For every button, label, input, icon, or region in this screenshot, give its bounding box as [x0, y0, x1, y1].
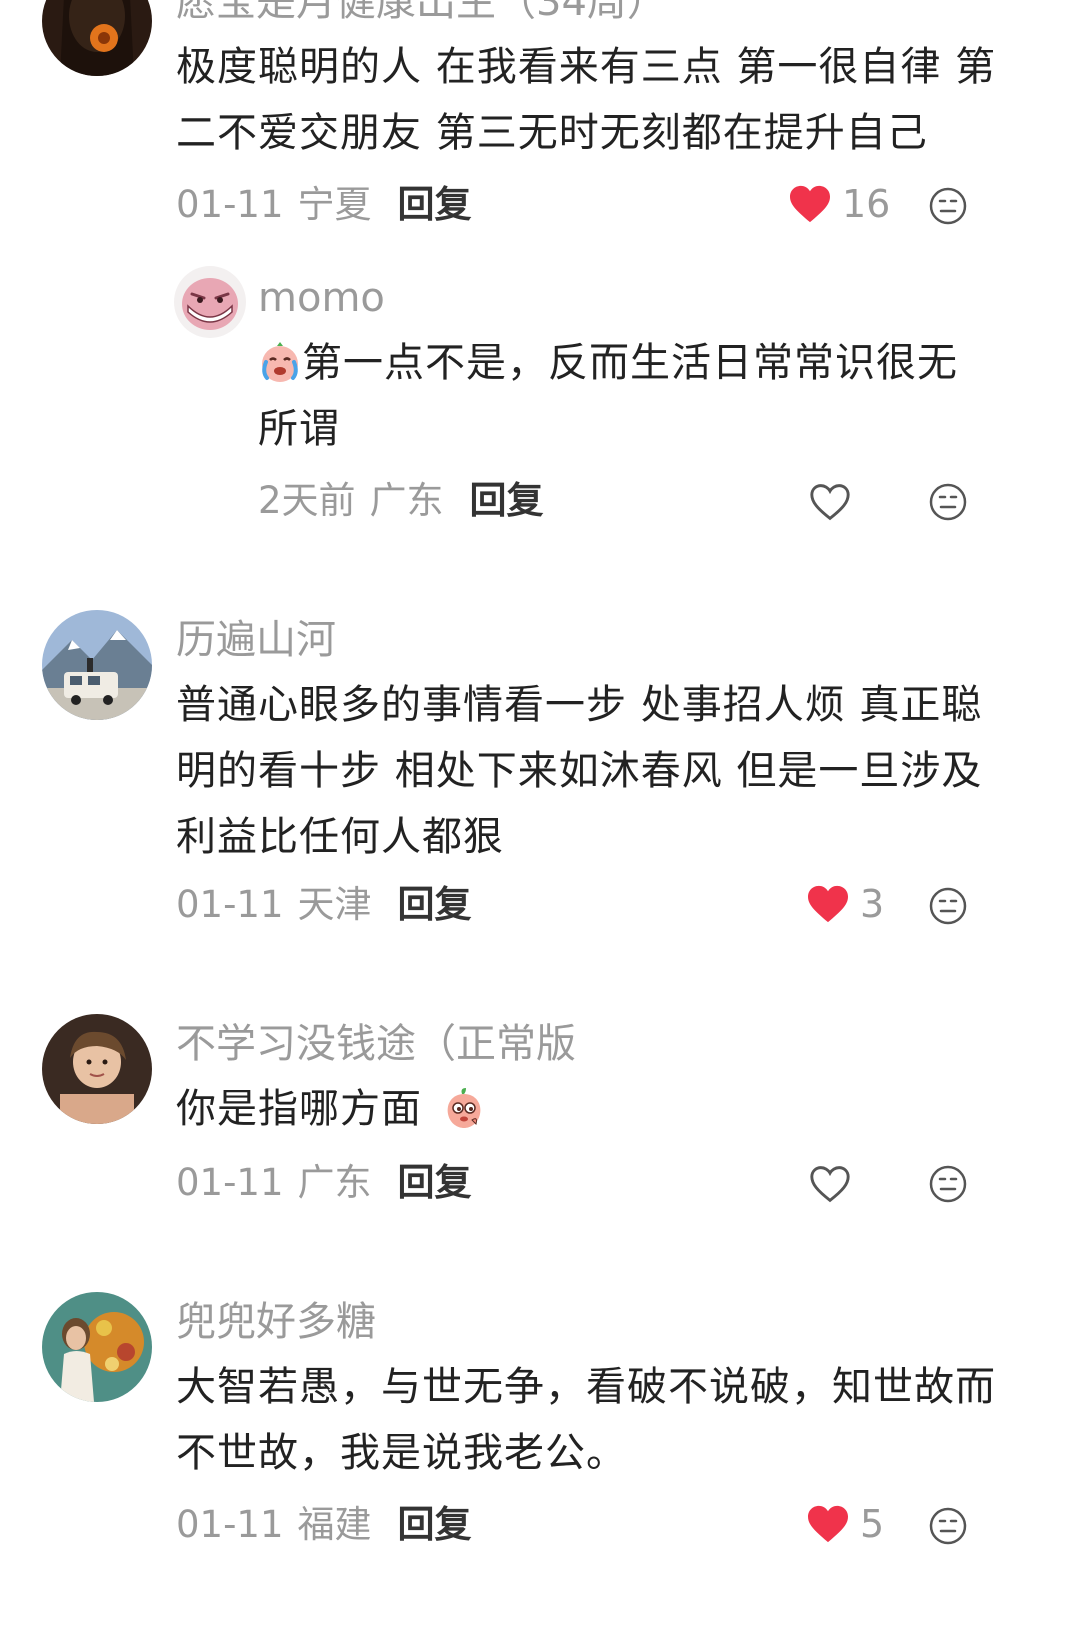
- username[interactable]: 兜兜好多糖: [176, 1302, 376, 1342]
- comment-location: 宁夏: [297, 183, 372, 226]
- like-button[interactable]: 16: [788, 182, 890, 226]
- username[interactable]: momo: [258, 278, 385, 318]
- heart-outline-icon: [810, 1166, 850, 1203]
- heart-filled-icon: [790, 185, 830, 223]
- reply-button[interactable]: 回复: [398, 183, 472, 226]
- comment-location: 福建: [297, 1503, 372, 1546]
- like-count: 16: [842, 182, 891, 226]
- comment-date: 01-11: [176, 1503, 284, 1546]
- comment-date: 01-11: [176, 883, 284, 926]
- emoji-reaction-icon[interactable]: [928, 886, 968, 926]
- like-count: 3: [860, 882, 885, 926]
- comment-location: 广东: [297, 1161, 372, 1204]
- avatar[interactable]: [42, 610, 152, 720]
- comment-text-content: 第一点不是，反而生活日常常识很无所谓: [258, 340, 958, 452]
- comment-text: 大智若愚，与世无争，看破不说破，知世故而不世故，我是说我老公。: [176, 1364, 996, 1476]
- reply-button[interactable]: 回复: [398, 1161, 472, 1204]
- comment-date: 01-11: [176, 1161, 284, 1204]
- comment-text: 你是指哪方面: [176, 1076, 1006, 1142]
- comment-meta: 01-11 广东 回复: [176, 1164, 472, 1201]
- reply-button[interactable]: 回复: [470, 479, 544, 522]
- emoji-reaction-icon[interactable]: [928, 186, 968, 226]
- comment-meta: 2天前 广东 回复: [258, 482, 544, 519]
- comment-meta: 01-11 天津 回复: [176, 886, 472, 923]
- reply-button[interactable]: 回复: [398, 1503, 472, 1546]
- like-button[interactable]: [808, 1162, 852, 1206]
- avatar[interactable]: [42, 1014, 152, 1124]
- username[interactable]: 不学习没钱途（正常版: [176, 1024, 576, 1064]
- comment-location: 天津: [297, 883, 372, 926]
- like-button[interactable]: 5: [806, 1502, 884, 1546]
- comment-date: 01-11: [176, 183, 284, 226]
- comment-date: 2天前: [258, 479, 356, 522]
- comment-meta: 01-11 宁夏 回复: [176, 186, 472, 223]
- comment-meta: 01-11 福建 回复: [176, 1506, 472, 1543]
- like-button[interactable]: [808, 480, 852, 524]
- crying-face-icon: [262, 342, 298, 382]
- emoji-reaction-icon[interactable]: [928, 482, 968, 522]
- like-count: 5: [860, 1502, 885, 1546]
- comment-text: 普通心眼多的事情看一步 处事招人烦 真正聪明的看十步 相处下来如沐春风 但是一旦…: [176, 682, 983, 860]
- heart-filled-icon: [808, 885, 848, 923]
- avatar[interactable]: [42, 1292, 152, 1402]
- emoji-reaction-icon[interactable]: [928, 1506, 968, 1546]
- like-button[interactable]: 3: [806, 882, 884, 926]
- peach-thinking-icon: [447, 1088, 481, 1128]
- username[interactable]: 历遍山河: [176, 620, 336, 660]
- username[interactable]: 愿宝是月健康出生（34周）: [176, 0, 667, 22]
- avatar[interactable]: [174, 266, 246, 338]
- heart-filled-icon: [808, 1505, 848, 1543]
- comment-text-content: 你是指哪方面: [176, 1086, 422, 1132]
- emoji-reaction-icon[interactable]: [928, 1164, 968, 1204]
- comment-text: 极度聪明的人 在我看来有三点 第一很自律 第二不爱交朋友 第三无时无刻都在提升自…: [176, 44, 997, 156]
- avatar[interactable]: [42, 0, 152, 76]
- reply-button[interactable]: 回复: [398, 883, 472, 926]
- heart-outline-icon: [810, 484, 850, 521]
- comment-location: 广东: [369, 479, 444, 522]
- comment-text: 第一点不是，反而生活日常常识很无所谓: [258, 330, 998, 462]
